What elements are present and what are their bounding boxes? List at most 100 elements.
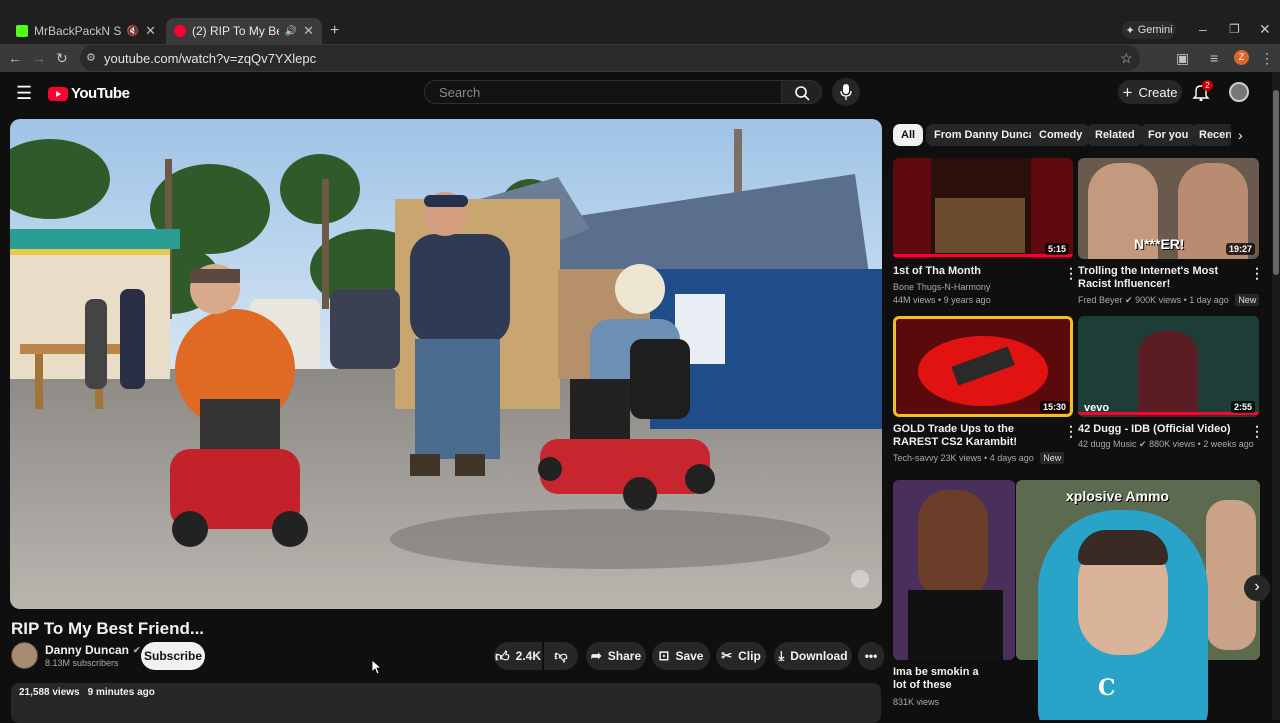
youtube-favicon-icon bbox=[174, 25, 186, 37]
close-tab-icon[interactable]: ✕ bbox=[145, 23, 156, 39]
restore-icon[interactable]: ❐ bbox=[1229, 22, 1240, 36]
video-title: RIP To My Best Friend... bbox=[11, 619, 205, 638]
share-button[interactable]: ➦ Share bbox=[586, 642, 646, 670]
rec-channel[interactable]: Tech-savvy bbox=[893, 453, 938, 463]
new-badge: New bbox=[1040, 452, 1065, 464]
chip-comedy[interactable]: Comedy bbox=[1031, 124, 1091, 146]
search-box[interactable] bbox=[424, 80, 782, 104]
verified-check-icon: ✔ bbox=[133, 644, 141, 655]
short-title[interactable]: Ima be smokin a lot of these bbox=[893, 666, 993, 692]
back-icon[interactable]: ← bbox=[8, 51, 22, 65]
rec-meta-row: Fred Beyer ✔ 900K views • 1 day ago New bbox=[1078, 294, 1260, 306]
close-window-icon[interactable]: ✕ bbox=[1259, 22, 1271, 36]
gemini-button[interactable]: ✦ Gemini bbox=[1122, 21, 1176, 39]
reload-icon[interactable]: ↻ bbox=[56, 51, 68, 65]
new-badge: New bbox=[1235, 294, 1260, 306]
channel-name-row[interactable]: Danny Duncan ✔ bbox=[45, 643, 141, 657]
gemini-icon: ✦ bbox=[1125, 24, 1135, 37]
video-frame bbox=[10, 119, 882, 609]
mouse-cursor-icon bbox=[372, 660, 382, 675]
rec-title[interactable]: GOLD Trade Ups to the RAREST CS2 Karambi… bbox=[893, 423, 1058, 449]
chip-recently-uploaded[interactable]: Recently uploaded bbox=[1191, 124, 1231, 146]
dislike-button[interactable]: 👎︎ bbox=[544, 642, 578, 670]
rec-title[interactable]: Trolling the Internet's Most Racist Infl… bbox=[1078, 265, 1248, 291]
mute-icon[interactable]: 🔇 bbox=[127, 26, 139, 37]
save-button[interactable]: ⊡ Save bbox=[652, 642, 710, 670]
chip-related[interactable]: Related bbox=[1087, 124, 1143, 146]
short-meta: 831K views bbox=[893, 697, 940, 707]
tab-youtube[interactable]: (2) RIP To My Best Friend... 🔊 ✕ bbox=[166, 18, 322, 44]
like-button[interactable]: 👍︎ 2.4K bbox=[494, 642, 542, 670]
rec-title[interactable]: 1st of Tha Month bbox=[893, 265, 1053, 278]
rec-meta-row: 42 dugg Music ✔ 880K views • 2 weeks ago bbox=[1078, 439, 1254, 449]
plus-icon: + bbox=[1122, 82, 1133, 102]
search-input[interactable] bbox=[425, 81, 781, 103]
youtube-logo[interactable]: YouTube bbox=[48, 85, 130, 102]
extensions-icon[interactable]: ▣ bbox=[1176, 51, 1189, 65]
url-bar[interactable]: ⚙ youtube.com/watch?v=zqQv7YXlepc ☆ bbox=[80, 45, 1140, 71]
rec-thumbnail[interactable]: N***ER! 19:27 bbox=[1078, 158, 1259, 259]
forward-icon[interactable]: → bbox=[32, 51, 46, 65]
chevron-right-icon[interactable]: › bbox=[1238, 127, 1243, 143]
subscriber-count: 8.13M subscribers bbox=[45, 658, 119, 668]
chrome-menu-icon[interactable]: ⋮ bbox=[1260, 51, 1274, 65]
tab-stream[interactable]: MrBackPackN Stream - Wa 🔇 ✕ bbox=[8, 18, 164, 44]
notifications-button[interactable]: 2 bbox=[1192, 80, 1213, 106]
rec-meta: 44M views • 9 years ago bbox=[893, 295, 991, 305]
bookmark-star-icon[interactable]: ☆ bbox=[1120, 51, 1133, 65]
more-vertical-icon[interactable]: ⋮ bbox=[1250, 424, 1264, 438]
rec-meta: 880K views • 2 weeks ago bbox=[1149, 439, 1254, 449]
audio-icon[interactable]: 🔊 bbox=[285, 26, 297, 37]
rec-title[interactable]: 42 Dugg - IDB (Official Video) bbox=[1078, 423, 1248, 436]
rec-channel[interactable]: Bone Thugs-N-Harmony bbox=[893, 282, 990, 292]
search-button[interactable] bbox=[782, 80, 822, 104]
youtube-play-logo-icon bbox=[48, 86, 68, 101]
rec-channel[interactable]: Fred Beyer bbox=[1078, 295, 1123, 305]
browser-toolbar: ← → ↻ ⚙ youtube.com/watch?v=zqQv7YXlepc … bbox=[0, 44, 1280, 72]
minimize-icon[interactable]: – bbox=[1199, 22, 1207, 36]
rec-thumbnail[interactable]: 5:15 bbox=[893, 158, 1073, 259]
hamburger-menu-icon[interactable]: ☰ bbox=[16, 84, 32, 102]
thumbs-up-icon: 👍︎ bbox=[495, 647, 510, 664]
more-vertical-icon[interactable]: ⋮ bbox=[1064, 266, 1078, 280]
rec-thumbnail[interactable]: 15:30 bbox=[893, 316, 1073, 417]
microphone-icon bbox=[840, 84, 852, 100]
scrollbar-thumb[interactable] bbox=[1273, 90, 1279, 275]
channel-name[interactable]: Danny Duncan bbox=[45, 643, 129, 657]
download-icon: ⤓ bbox=[778, 648, 785, 663]
rec-meta: 900K views • 1 day ago bbox=[1135, 295, 1229, 305]
more-actions-button[interactable]: ••• bbox=[858, 642, 884, 670]
download-button[interactable]: ⤓ Download bbox=[774, 642, 852, 670]
voice-search-button[interactable] bbox=[832, 78, 860, 106]
kick-favicon-icon bbox=[16, 25, 28, 37]
chip-all[interactable]: All bbox=[893, 124, 924, 146]
more-horizontal-icon: ••• bbox=[864, 649, 878, 663]
close-tab-icon[interactable]: ✕ bbox=[303, 23, 314, 39]
chip-for-you[interactable]: For you bbox=[1140, 124, 1197, 146]
notification-count-badge: 2 bbox=[1202, 80, 1213, 91]
bookmark-icon: ⊡ bbox=[658, 648, 670, 663]
more-vertical-icon[interactable]: ⋮ bbox=[1250, 266, 1264, 280]
create-button[interactable]: + Create bbox=[1118, 80, 1182, 104]
site-info-icon[interactable]: ⚙ bbox=[86, 51, 96, 65]
search-icon bbox=[795, 86, 810, 101]
channel-avatar[interactable] bbox=[11, 642, 38, 669]
clip-button[interactable]: ✂ Clip bbox=[716, 642, 766, 670]
rec-channel[interactable]: 42 dugg Music bbox=[1078, 439, 1137, 449]
thumbs-down-icon: 👎︎ bbox=[554, 648, 568, 663]
profile-avatar[interactable]: Z bbox=[1234, 50, 1249, 65]
share-arrow-icon: ➦ bbox=[590, 648, 602, 663]
description-box[interactable]: 21,588 views 9 minutes ago bbox=[11, 683, 881, 723]
media-icon[interactable]: ≡ bbox=[1210, 51, 1218, 65]
account-avatar[interactable] bbox=[1229, 82, 1249, 102]
more-vertical-icon[interactable]: ⋮ bbox=[1064, 424, 1078, 438]
rec-meta-row: Tech-savvy 23K views • 4 days ago New bbox=[893, 452, 1065, 464]
rec-meta: 23K views • 4 days ago bbox=[940, 453, 1034, 463]
new-tab-icon[interactable]: + bbox=[330, 23, 339, 39]
youtube-header: ☰ YouTube + Create 2 bbox=[0, 72, 1280, 114]
scissors-icon: ✂ bbox=[721, 648, 733, 663]
webcam-overlay: C bbox=[993, 500, 1265, 720]
rec-thumbnail[interactable]: vevo 2:55 bbox=[1078, 316, 1259, 417]
subscribe-button[interactable]: Subscribe bbox=[141, 642, 205, 670]
video-player[interactable] bbox=[10, 119, 882, 609]
